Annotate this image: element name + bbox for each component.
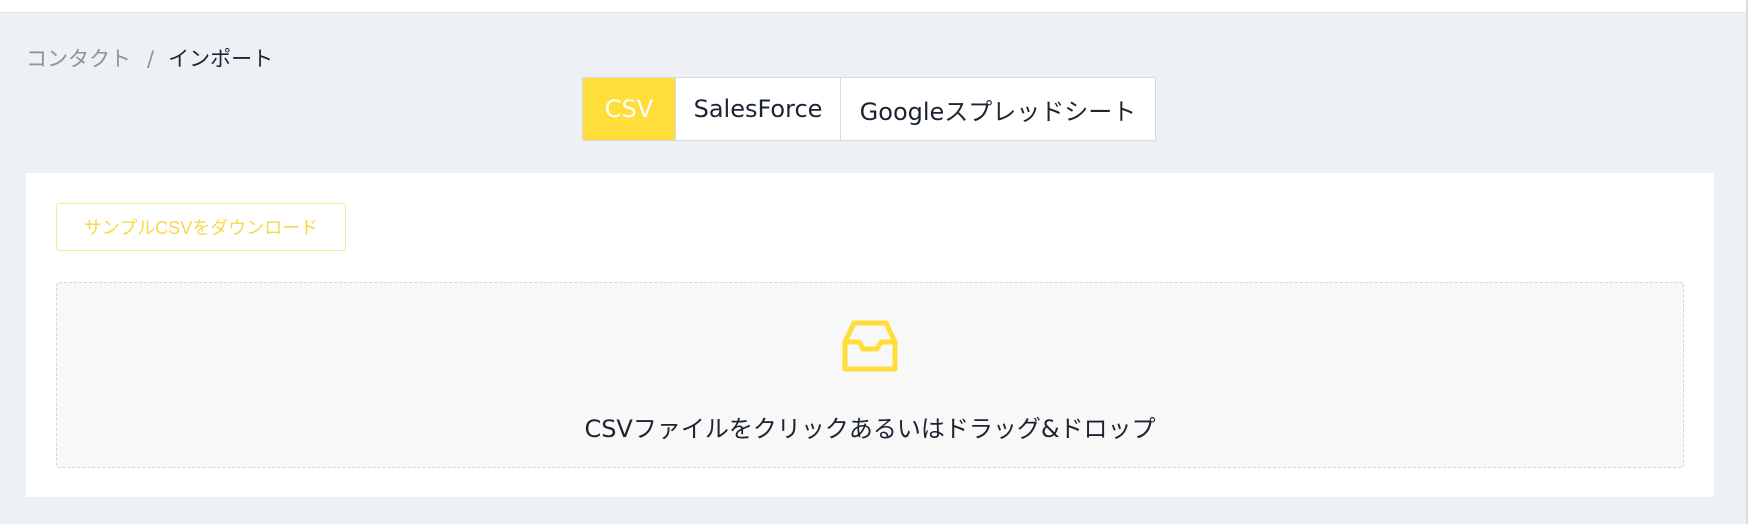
breadcrumb: コンタクト / インポート xyxy=(26,44,273,74)
breadcrumb-item-import: インポート xyxy=(168,47,274,71)
inbox-icon xyxy=(842,320,898,372)
breadcrumb-separator: / xyxy=(147,47,155,71)
download-sample-csv-button[interactable]: サンプルCSVをダウンロード xyxy=(56,203,346,251)
breadcrumb-item-contacts[interactable]: コンタクト xyxy=(26,44,131,74)
tab-google-spreadsheet[interactable]: Googleスプレッドシート xyxy=(841,78,1155,140)
tab-csv[interactable]: CSV xyxy=(583,78,676,140)
dropzone-instruction: CSVファイルをクリックあるいはドラッグ&ドロップ xyxy=(584,415,1156,443)
csv-upload-dropzone[interactable]: CSVファイルをクリックあるいはドラッグ&ドロップ xyxy=(56,282,1684,468)
top-bar xyxy=(0,0,1746,13)
tab-salesforce[interactable]: SalesForce xyxy=(676,78,841,140)
import-source-tabs: CSV SalesForce Googleスプレッドシート xyxy=(582,77,1156,141)
import-card: サンプルCSVをダウンロード CSVファイルをクリックあるいはドラッグ&ドロップ xyxy=(26,173,1714,497)
